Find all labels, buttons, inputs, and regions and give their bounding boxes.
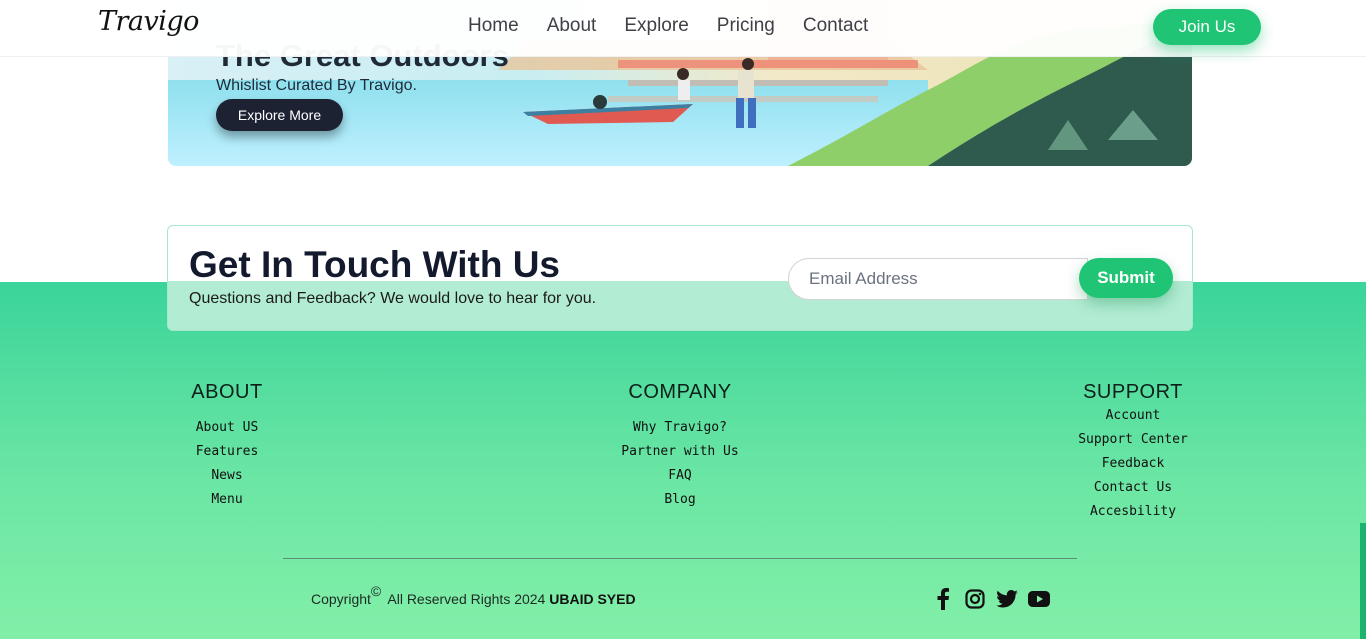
copyright-symbol: © [370, 583, 382, 599]
footer-link-about-us[interactable]: About US [186, 416, 268, 440]
site-header: Travigo Home About Explore Pricing Conta… [0, 0, 1366, 57]
footer-link-contact-us[interactable]: Contact Us [1076, 476, 1190, 500]
footer-link-menu[interactable]: Menu [186, 488, 268, 512]
youtube-icon[interactable] [1028, 588, 1050, 610]
nav-link-home[interactable]: Home [468, 15, 519, 37]
nav-link-explore[interactable]: Explore [624, 15, 688, 37]
copyright-rights: All Reserved Rights 2024 [387, 591, 546, 607]
contact-card: Get In Touch With Us Questions and Feedb… [167, 225, 1193, 331]
footer-link-accessibility[interactable]: Accesbility [1076, 500, 1190, 524]
footer-heading-support: SUPPORT [1083, 381, 1183, 403]
explore-more-button[interactable]: Explore More [216, 99, 343, 131]
nav-link-pricing[interactable]: Pricing [717, 15, 775, 37]
nav-link-contact[interactable]: Contact [803, 15, 868, 37]
footer-link-feedback[interactable]: Feedback [1076, 452, 1190, 476]
footer-link-why-travigo[interactable]: Why Travigo? [614, 416, 746, 440]
footer-link-partner[interactable]: Partner with Us [614, 440, 746, 464]
footer-heading-about: ABOUT [191, 381, 263, 403]
footer-link-faq[interactable]: FAQ [614, 464, 746, 488]
main-nav: Home About Explore Pricing Contact [468, 15, 868, 37]
submit-button[interactable]: Submit [1079, 258, 1173, 298]
scrollbar-thumb[interactable] [1360, 523, 1366, 639]
join-us-button[interactable]: Join Us [1153, 9, 1261, 45]
footer-heading-company: COMPANY [628, 381, 732, 403]
facebook-icon[interactable] [932, 588, 954, 610]
footer-column-support: SUPPORT Account Support Center Feedback … [1076, 381, 1190, 524]
copyright-prefix: Copyright [311, 591, 371, 607]
site-logo[interactable]: Travigo [98, 6, 199, 37]
footer-link-support-center[interactable]: Support Center [1076, 428, 1190, 452]
copyright-text: Copyright© All Reserved Rights 2024 UBAI… [311, 583, 636, 607]
twitter-icon[interactable] [996, 588, 1018, 610]
nav-link-about[interactable]: About [547, 15, 597, 37]
footer-column-company: COMPANY Why Travigo? Partner with Us FAQ… [614, 381, 746, 512]
contact-subtitle: Questions and Feedback? We would love to… [189, 290, 597, 307]
footer-link-account[interactable]: Account [1076, 404, 1190, 428]
footer-divider [283, 558, 1077, 559]
social-links [932, 588, 1050, 610]
contact-title: Get In Touch With Us [189, 244, 561, 285]
email-input[interactable] [788, 258, 1088, 300]
footer-link-features[interactable]: Features [186, 440, 268, 464]
footer-link-blog[interactable]: Blog [614, 488, 746, 512]
footer-link-news[interactable]: News [186, 464, 268, 488]
instagram-icon[interactable] [964, 588, 986, 610]
banner-subtitle: Whislist Curated By Travigo. [216, 77, 417, 94]
copyright-author: UBAID SYED [549, 591, 636, 607]
footer-column-about: ABOUT About US Features News Menu [186, 381, 268, 512]
